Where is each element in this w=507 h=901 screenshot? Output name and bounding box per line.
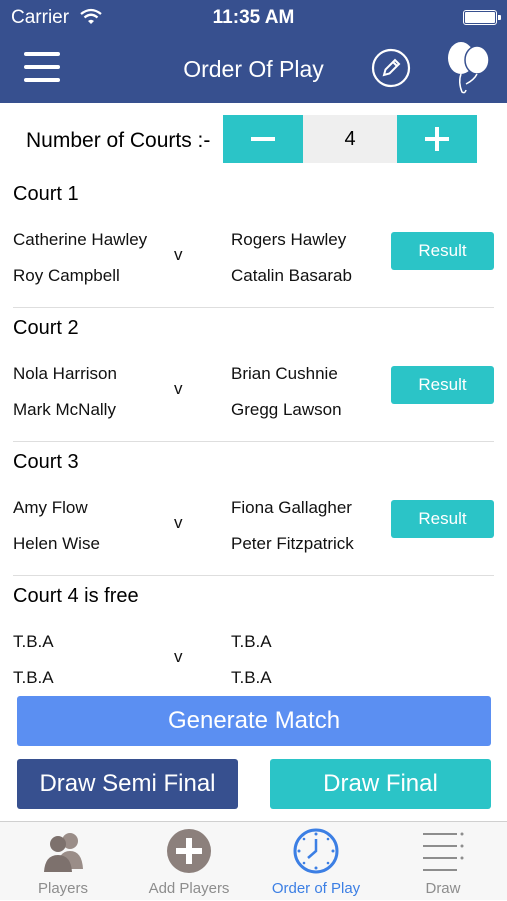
player-name: Rogers Hawley <box>231 230 347 249</box>
player-name: Mark McNally <box>13 400 116 419</box>
versus-label: v <box>174 245 183 264</box>
divider <box>13 441 494 442</box>
player-name: T.B.A <box>231 668 272 686</box>
tab-players[interactable]: Players <box>0 822 126 901</box>
player-name: Amy Flow <box>13 498 88 517</box>
divider <box>13 307 494 308</box>
divider <box>13 575 494 576</box>
tab-add-players[interactable]: Add Players <box>126 822 252 901</box>
player-name: T.B.A <box>13 632 54 651</box>
courts-control: Number of Courts :- 4 <box>0 115 507 163</box>
player-name: T.B.A <box>13 668 54 686</box>
tab-label: Add Players <box>148 880 230 897</box>
player-name: Brian Cushnie <box>231 364 338 383</box>
player-name: Peter Fitzpatrick <box>231 534 354 553</box>
increment-button[interactable] <box>397 115 477 163</box>
versus-label: v <box>174 513 183 532</box>
result-button[interactable]: Result <box>391 500 494 538</box>
court-title: Court 3 <box>13 451 79 473</box>
add-icon <box>167 829 211 873</box>
courts-count: 4 <box>303 115 397 163</box>
player-name: T.B.A <box>231 632 272 651</box>
court-title: Court 4 is free <box>13 585 139 607</box>
draw-semi-final-button[interactable]: Draw Semi Final <box>17 759 238 809</box>
tab-bar: Players Add Players Order of Play Draw <box>0 821 507 900</box>
versus-label: v <box>174 647 183 666</box>
tab-label: Order of Play <box>271 880 361 897</box>
tab-label: Players <box>37 880 89 897</box>
content-area: Number of Courts :- 4 Court 1 Catherine … <box>0 0 507 686</box>
versus-label: v <box>174 379 183 398</box>
player-name: Nola Harrison <box>13 364 117 383</box>
tab-draw[interactable]: Draw <box>380 822 506 901</box>
generate-match-button[interactable]: Generate Match <box>17 696 491 746</box>
draw-final-button[interactable]: Draw Final <box>270 759 491 809</box>
result-button[interactable]: Result <box>391 232 494 270</box>
player-name: Fiona Gallagher <box>231 498 352 517</box>
courts-label: Number of Courts :- <box>26 129 211 152</box>
list-icon <box>423 832 464 871</box>
result-button[interactable]: Result <box>391 366 494 404</box>
player-name: Gregg Lawson <box>231 400 342 419</box>
court-title: Court 2 <box>13 317 79 339</box>
player-name: Helen Wise <box>13 534 100 553</box>
tab-label: Draw <box>425 880 461 897</box>
player-name: Roy Campbell <box>13 266 120 285</box>
tab-order-of-play[interactable]: Order of Play <box>253 822 379 901</box>
court-title: Court 1 <box>13 183 79 205</box>
player-name: Catherine Hawley <box>13 230 148 249</box>
courts-stepper: 4 <box>223 115 477 163</box>
player-name: Catalin Basarab <box>231 266 352 285</box>
clock-icon <box>293 828 339 874</box>
players-icon <box>44 833 83 872</box>
decrement-button[interactable] <box>223 115 303 163</box>
